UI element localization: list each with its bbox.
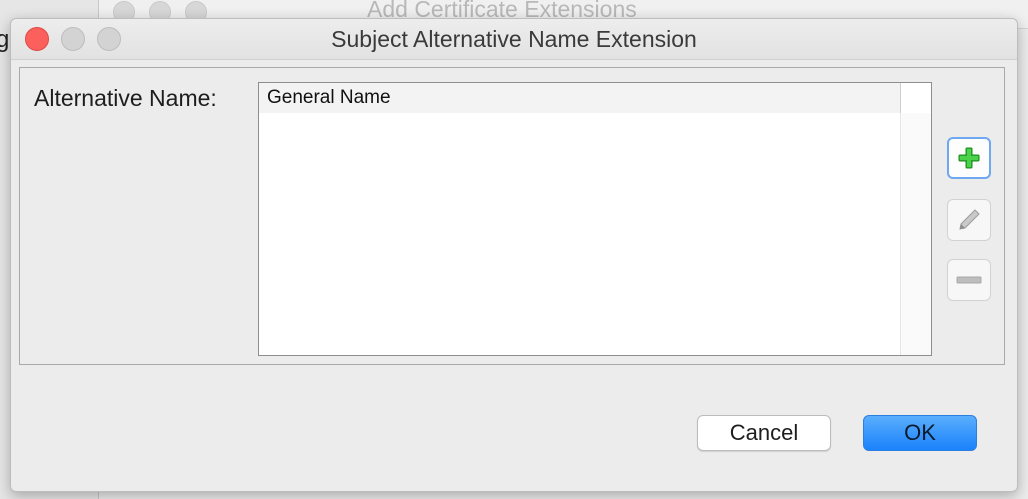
general-names-table[interactable]: General Name — [258, 82, 932, 356]
pencil-icon — [959, 209, 980, 230]
minus-icon — [956, 276, 982, 284]
table-scrollbar[interactable] — [900, 113, 931, 355]
edit-general-name-button[interactable] — [947, 199, 991, 241]
alternative-name-panel: Alternative Name: General Name — [19, 67, 1005, 365]
cancel-button[interactable]: Cancel — [697, 415, 831, 451]
dialog-titlebar[interactable]: Subject Alternative Name Extension — [11, 19, 1017, 60]
dialog-title: Subject Alternative Name Extension — [331, 26, 697, 52]
ok-button[interactable]: OK — [863, 415, 977, 451]
remove-general-name-button[interactable] — [947, 259, 991, 301]
column-header-general-name[interactable]: General Name — [259, 83, 901, 113]
background-text-fragment: g — [0, 26, 10, 53]
subject-alt-name-dialog: Subject Alternative Name Extension Alter… — [10, 18, 1018, 492]
table-header-corner — [901, 83, 931, 113]
add-general-name-button[interactable] — [947, 137, 991, 179]
plus-icon — [958, 147, 980, 169]
alternative-name-label: Alternative Name: — [34, 85, 217, 111]
